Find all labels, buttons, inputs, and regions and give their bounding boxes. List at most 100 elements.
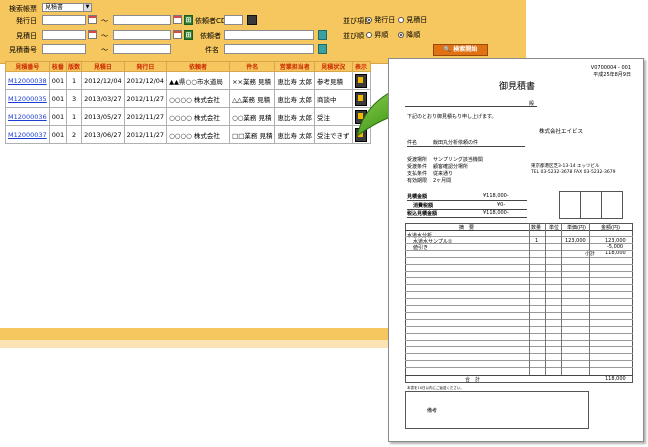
table-row[interactable]: M12000038 001 1 2012/12/04 2012/12/04 ▲▲… (5, 71, 371, 90)
items-header-line (405, 230, 633, 231)
quote-number-cell[interactable]: M12000036 (5, 107, 50, 126)
quote-number-to-input[interactable] (113, 44, 171, 54)
doc-title: 御見積書 (499, 82, 536, 92)
sum-label: 見積金額 (407, 194, 428, 200)
sum-value: ¥0- (497, 202, 506, 208)
item-col-line (589, 223, 590, 375)
issue-date-cell: 2012/11/27 (123, 89, 168, 108)
sum-value: ¥118,000- (483, 210, 509, 216)
range-tilde: ～ (101, 32, 108, 40)
due-date-from-input[interactable] (42, 30, 86, 40)
sort-radio-due[interactable]: 見積日 (398, 15, 427, 25)
client-input[interactable] (224, 30, 314, 40)
subject-text: ○○業務 (232, 113, 257, 122)
col-header[interactable]: 枝番 (48, 61, 68, 72)
doc-address: 東京都港区芝3-13-14 エッツビル (531, 164, 600, 169)
client-cd-input[interactable] (224, 15, 243, 25)
item-row-line (405, 249, 633, 251)
item-col-line (529, 223, 530, 375)
quote-number-link[interactable]: M12000038 (8, 77, 47, 85)
item-row-line (405, 325, 633, 327)
order-radio-desc[interactable]: 降順 (398, 30, 420, 40)
quote-number-from-input[interactable] (42, 44, 86, 54)
due-date-to-input[interactable] (113, 30, 171, 40)
total-line (405, 375, 633, 376)
stamp-divider (601, 191, 602, 219)
issue-date-from-input[interactable] (42, 15, 86, 25)
clear-icon[interactable] (318, 44, 327, 54)
subject-cell: ××業務 見積 (229, 71, 276, 90)
col-header[interactable]: 見積日 (81, 61, 125, 72)
item-header: 数量 (531, 225, 542, 231)
version-cell: 2 (66, 125, 83, 144)
clear-icon[interactable] (318, 30, 327, 40)
col-header[interactable]: 見積状況 (314, 61, 353, 72)
radio-icon (398, 17, 404, 23)
item-col-line (545, 223, 546, 375)
form-type-select[interactable]: 見積書 ▼ (42, 3, 92, 12)
subject-cell: □□業務 見積 (229, 125, 276, 144)
radio-selected-icon (366, 17, 372, 23)
issue-date-cell: 2012/11/27 (123, 107, 168, 126)
quote-number-link[interactable]: M12000035 (8, 95, 47, 103)
status-cell: 受注できず (314, 125, 353, 144)
client-cell: ○○○○ 株式会社 (166, 107, 231, 126)
quote-number-cell[interactable]: M12000035 (5, 89, 50, 108)
col-header[interactable]: 営業担当者 (274, 61, 316, 72)
quote-number-cell[interactable]: M12000037 (5, 125, 50, 144)
sort-radio-issue[interactable]: 発行日 (366, 15, 395, 25)
lookup-icon[interactable] (247, 15, 257, 25)
issue-date-label: 発行日 (16, 17, 37, 25)
total-label: 合 計 (465, 377, 481, 383)
client-cell: ○○○○ 株式会社 (166, 89, 231, 108)
sum-label: 税込見積金額 (407, 211, 438, 217)
calendar-icon[interactable] (88, 30, 97, 39)
subject-input[interactable] (224, 44, 314, 54)
item-row-line (405, 339, 633, 341)
item-row-line (405, 270, 633, 272)
subject-text: ××業務 (232, 77, 256, 86)
quote-number-label: 見積番号 (9, 46, 37, 54)
col-header[interactable]: 見積番号 (5, 61, 50, 72)
client-label: 依頼者 (200, 32, 221, 40)
order-radio-asc[interactable]: 昇順 (366, 30, 388, 40)
status-cell: 参考見積 (314, 71, 353, 90)
col-header[interactable]: 件名 (229, 61, 276, 72)
quote-number-link[interactable]: M12000037 (8, 131, 47, 139)
radio-label: 降順 (406, 31, 421, 39)
table-row[interactable]: M12000036 001 1 2013/05/27 2012/11/27 ○○… (5, 107, 371, 126)
calendar-icon[interactable] (173, 30, 182, 39)
doc-field-value: サンプリング該当機関 (433, 157, 483, 163)
branch-cell: 001 (48, 89, 68, 108)
staff-cell: 恵比寿 太郎 (274, 125, 316, 144)
subject-kind: 見積 (257, 95, 271, 104)
col-header[interactable]: 発行日 (123, 61, 168, 72)
item-row-line (405, 311, 633, 313)
item-header: 摘 要 (459, 225, 475, 231)
quote-number-cell[interactable]: M12000038 (5, 71, 50, 90)
col-header[interactable]: 依頼者 (166, 61, 231, 72)
calendar-icon[interactable] (173, 15, 182, 24)
item-row-line (405, 242, 633, 244)
table-row[interactable]: M12000037 001 2 2013/06/27 2012/11/27 ○○… (5, 125, 371, 144)
range-tilde: ～ (101, 17, 108, 25)
sum-label: 消費税額 (413, 203, 434, 209)
quote-number-link[interactable]: M12000036 (8, 113, 47, 121)
bulk-select-icon[interactable]: ⊞ (184, 30, 193, 40)
item-row-line (405, 332, 633, 334)
doc-field-label: 受渡条件 (407, 164, 428, 170)
stamp-boxes (559, 191, 623, 219)
client-cell: ▲▲県○○市水道局 (166, 71, 231, 90)
doc-field-label: 有効期限 (407, 178, 428, 184)
chevron-down-icon[interactable]: ▼ (83, 4, 91, 11)
item-row-line (405, 298, 633, 300)
item-header: 単位 (549, 225, 560, 231)
col-header[interactable]: 版数 (66, 61, 83, 72)
branch-cell: 001 (48, 125, 68, 144)
item-header: 金額(円) (601, 225, 620, 231)
calendar-icon[interactable] (88, 15, 97, 24)
bulk-select-icon[interactable]: ⊞ (184, 15, 193, 25)
table-row[interactable]: M12000035 001 3 2013/03/27 2012/11/27 ○○… (5, 89, 371, 108)
client-cell: ○○○○ 株式会社 (166, 125, 231, 144)
issue-date-to-input[interactable] (113, 15, 171, 25)
